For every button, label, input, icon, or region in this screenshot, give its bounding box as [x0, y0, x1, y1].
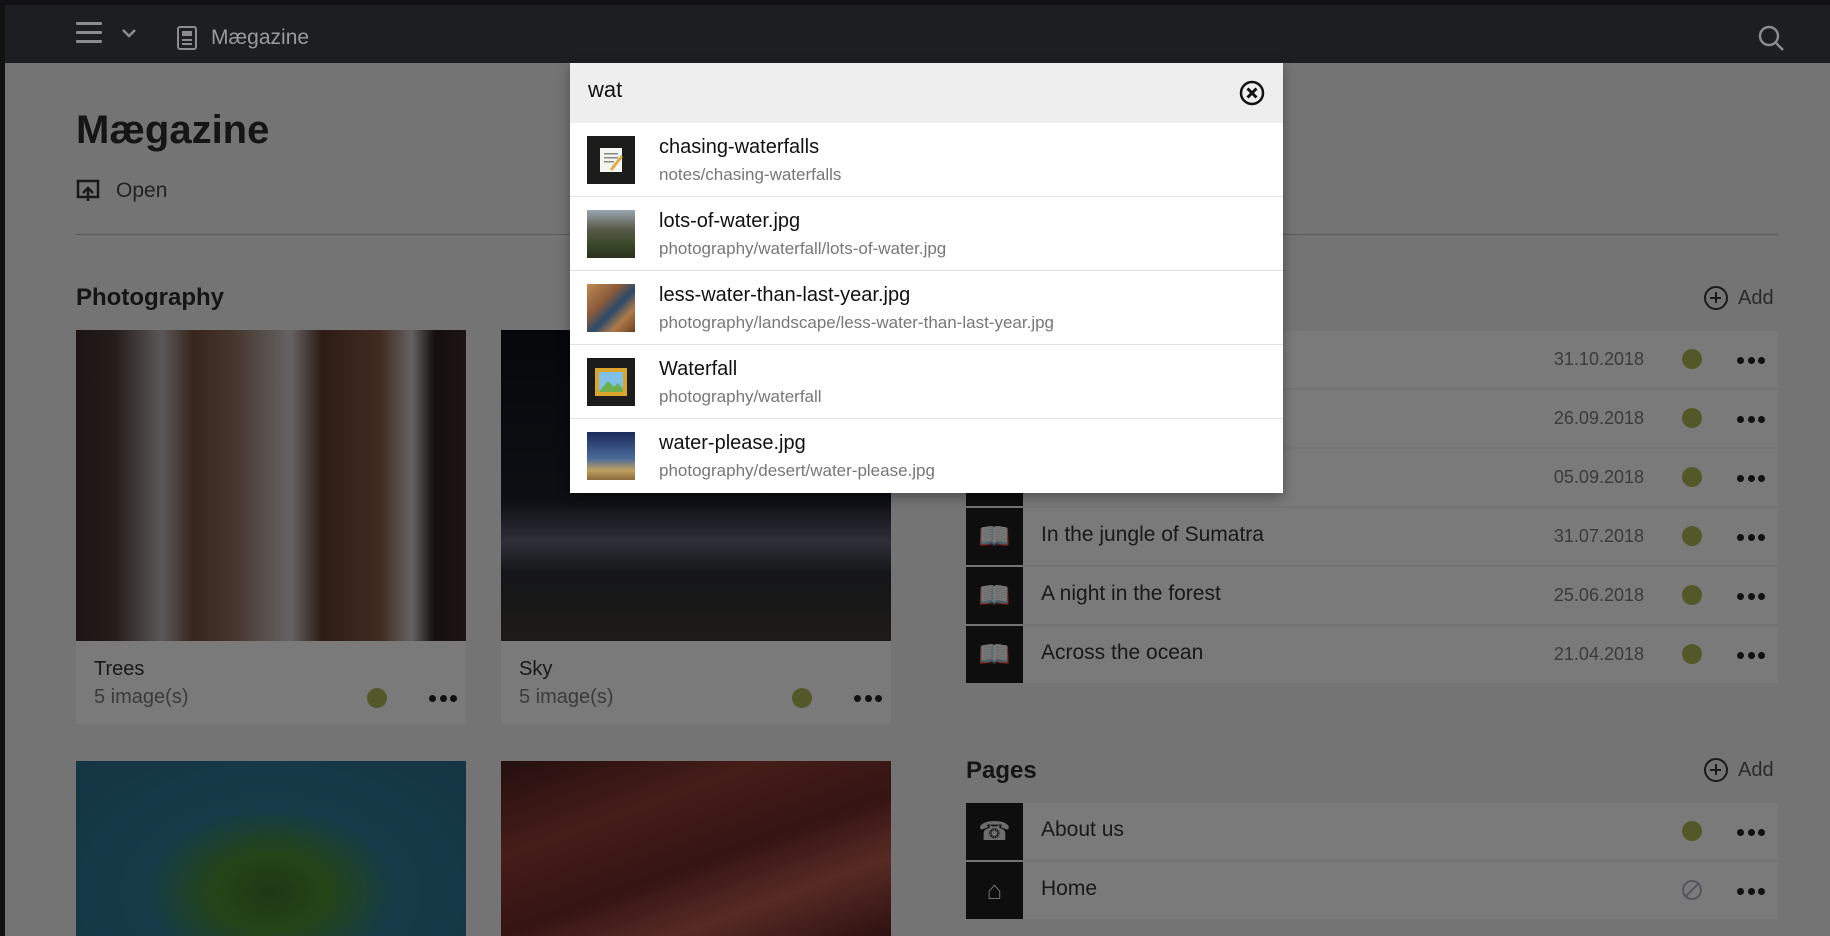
result-name: less-water-than-last-year.jpg	[659, 284, 911, 306]
search-bar	[570, 63, 1283, 123]
search-result[interactable]: Waterfall photography/waterfall	[570, 345, 1283, 419]
search-result[interactable]: lots-of-water.jpg photography/waterfall/…	[570, 197, 1283, 271]
document-icon	[177, 26, 197, 50]
result-path: photography/waterfall/lots-of-water.jpg	[659, 239, 947, 258]
image-thumbnail	[587, 432, 635, 480]
result-path: notes/chasing-waterfalls	[659, 165, 842, 184]
clear-search-icon[interactable]	[1239, 80, 1265, 106]
search-result[interactable]: less-water-than-last-year.jpg photograph…	[570, 271, 1283, 345]
image-thumbnail	[587, 210, 635, 258]
result-path: photography/landscape/less-water-than-la…	[659, 313, 1055, 332]
chevron-down-icon[interactable]	[119, 23, 139, 43]
result-path: photography/desert/water-please.jpg	[659, 461, 935, 480]
search-icon[interactable]	[1757, 24, 1785, 52]
top-bar: Mægazine	[5, 5, 1830, 63]
search-popup: chasing-waterfalls notes/chasing-waterfa…	[570, 63, 1283, 493]
result-name: Waterfall	[659, 358, 738, 380]
search-result[interactable]: water-please.jpg photography/desert/wate…	[570, 419, 1283, 493]
search-input[interactable]	[588, 77, 1188, 103]
search-result[interactable]: chasing-waterfalls notes/chasing-waterfa…	[570, 123, 1283, 197]
result-path: photography/waterfall	[659, 387, 822, 406]
image-thumbnail	[587, 284, 635, 332]
result-name: chasing-waterfalls	[659, 136, 820, 158]
result-name: lots-of-water.jpg	[659, 210, 801, 232]
hamburger-menu-icon[interactable]	[76, 22, 102, 46]
memo-icon	[587, 136, 635, 184]
framed-picture-icon	[587, 358, 635, 406]
result-name: water-please.jpg	[659, 432, 806, 454]
app-title[interactable]: Mægazine	[211, 26, 309, 50]
